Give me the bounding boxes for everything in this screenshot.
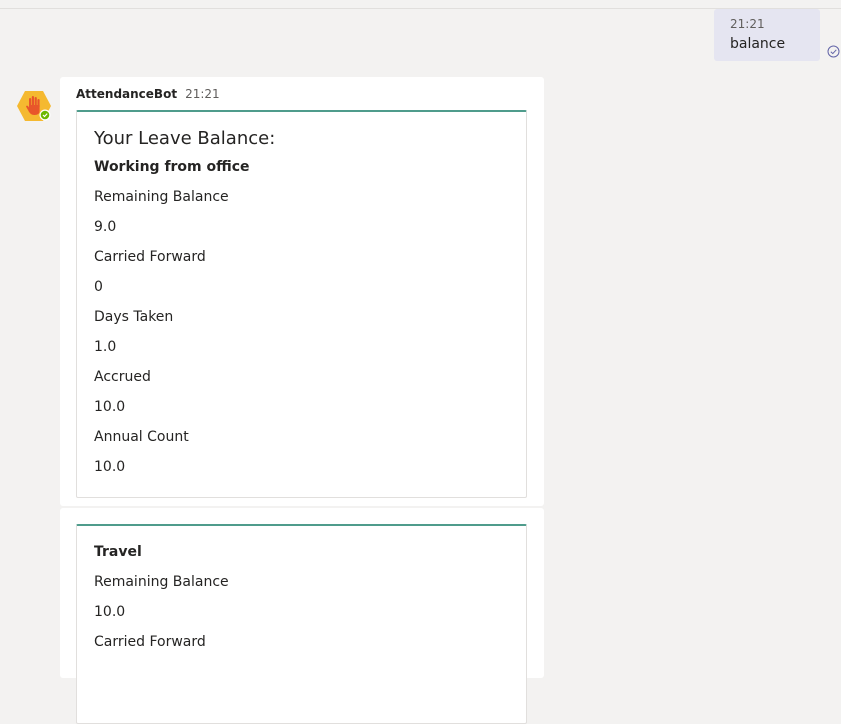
hand-hexagon-icon (17, 91, 51, 121)
field-label: Days Taken (94, 309, 174, 325)
bot-message[interactable]: Travel Remaining Balance 10.0 Carried Fo… (60, 508, 544, 724)
top-divider (0, 0, 841, 9)
field-value: 9.0 (94, 219, 117, 235)
leave-balance-card: Your Leave Balance: Working from office … (76, 110, 527, 498)
field-value: 0 (94, 279, 103, 295)
user-message-time: 21:21 (730, 17, 765, 31)
category-name: Working from office (94, 159, 250, 175)
travel-balance-card: Travel Remaining Balance 10.0 Carried Fo… (76, 524, 527, 724)
field-label: Remaining Balance (94, 189, 229, 205)
read-check-icon (827, 45, 840, 58)
user-message-text: balance (730, 36, 786, 52)
field-label: Accrued (94, 369, 151, 385)
field-value: 10.0 (94, 604, 126, 620)
card-title: Your Leave Balance: (94, 128, 276, 149)
field-label: Carried Forward (94, 249, 206, 265)
presence-available-icon (40, 110, 50, 120)
field-label: Annual Count (94, 429, 189, 445)
bot-message-time: 21:21 (185, 87, 220, 101)
bot-name[interactable]: AttendanceBot (76, 87, 177, 101)
bot-message[interactable]: AttendanceBot 21:21 Your Leave Balance: W… (60, 77, 544, 506)
field-value: 10.0 (94, 459, 126, 475)
field-value: 10.0 (94, 399, 126, 415)
bot-message-header: AttendanceBot 21:21 (76, 85, 220, 103)
field-label: Remaining Balance (94, 574, 229, 590)
field-value: 1.0 (94, 339, 117, 355)
field-label: Carried Forward (94, 634, 206, 650)
category-name: Travel (94, 544, 142, 560)
user-message[interactable]: 21:21 balance (714, 9, 820, 61)
